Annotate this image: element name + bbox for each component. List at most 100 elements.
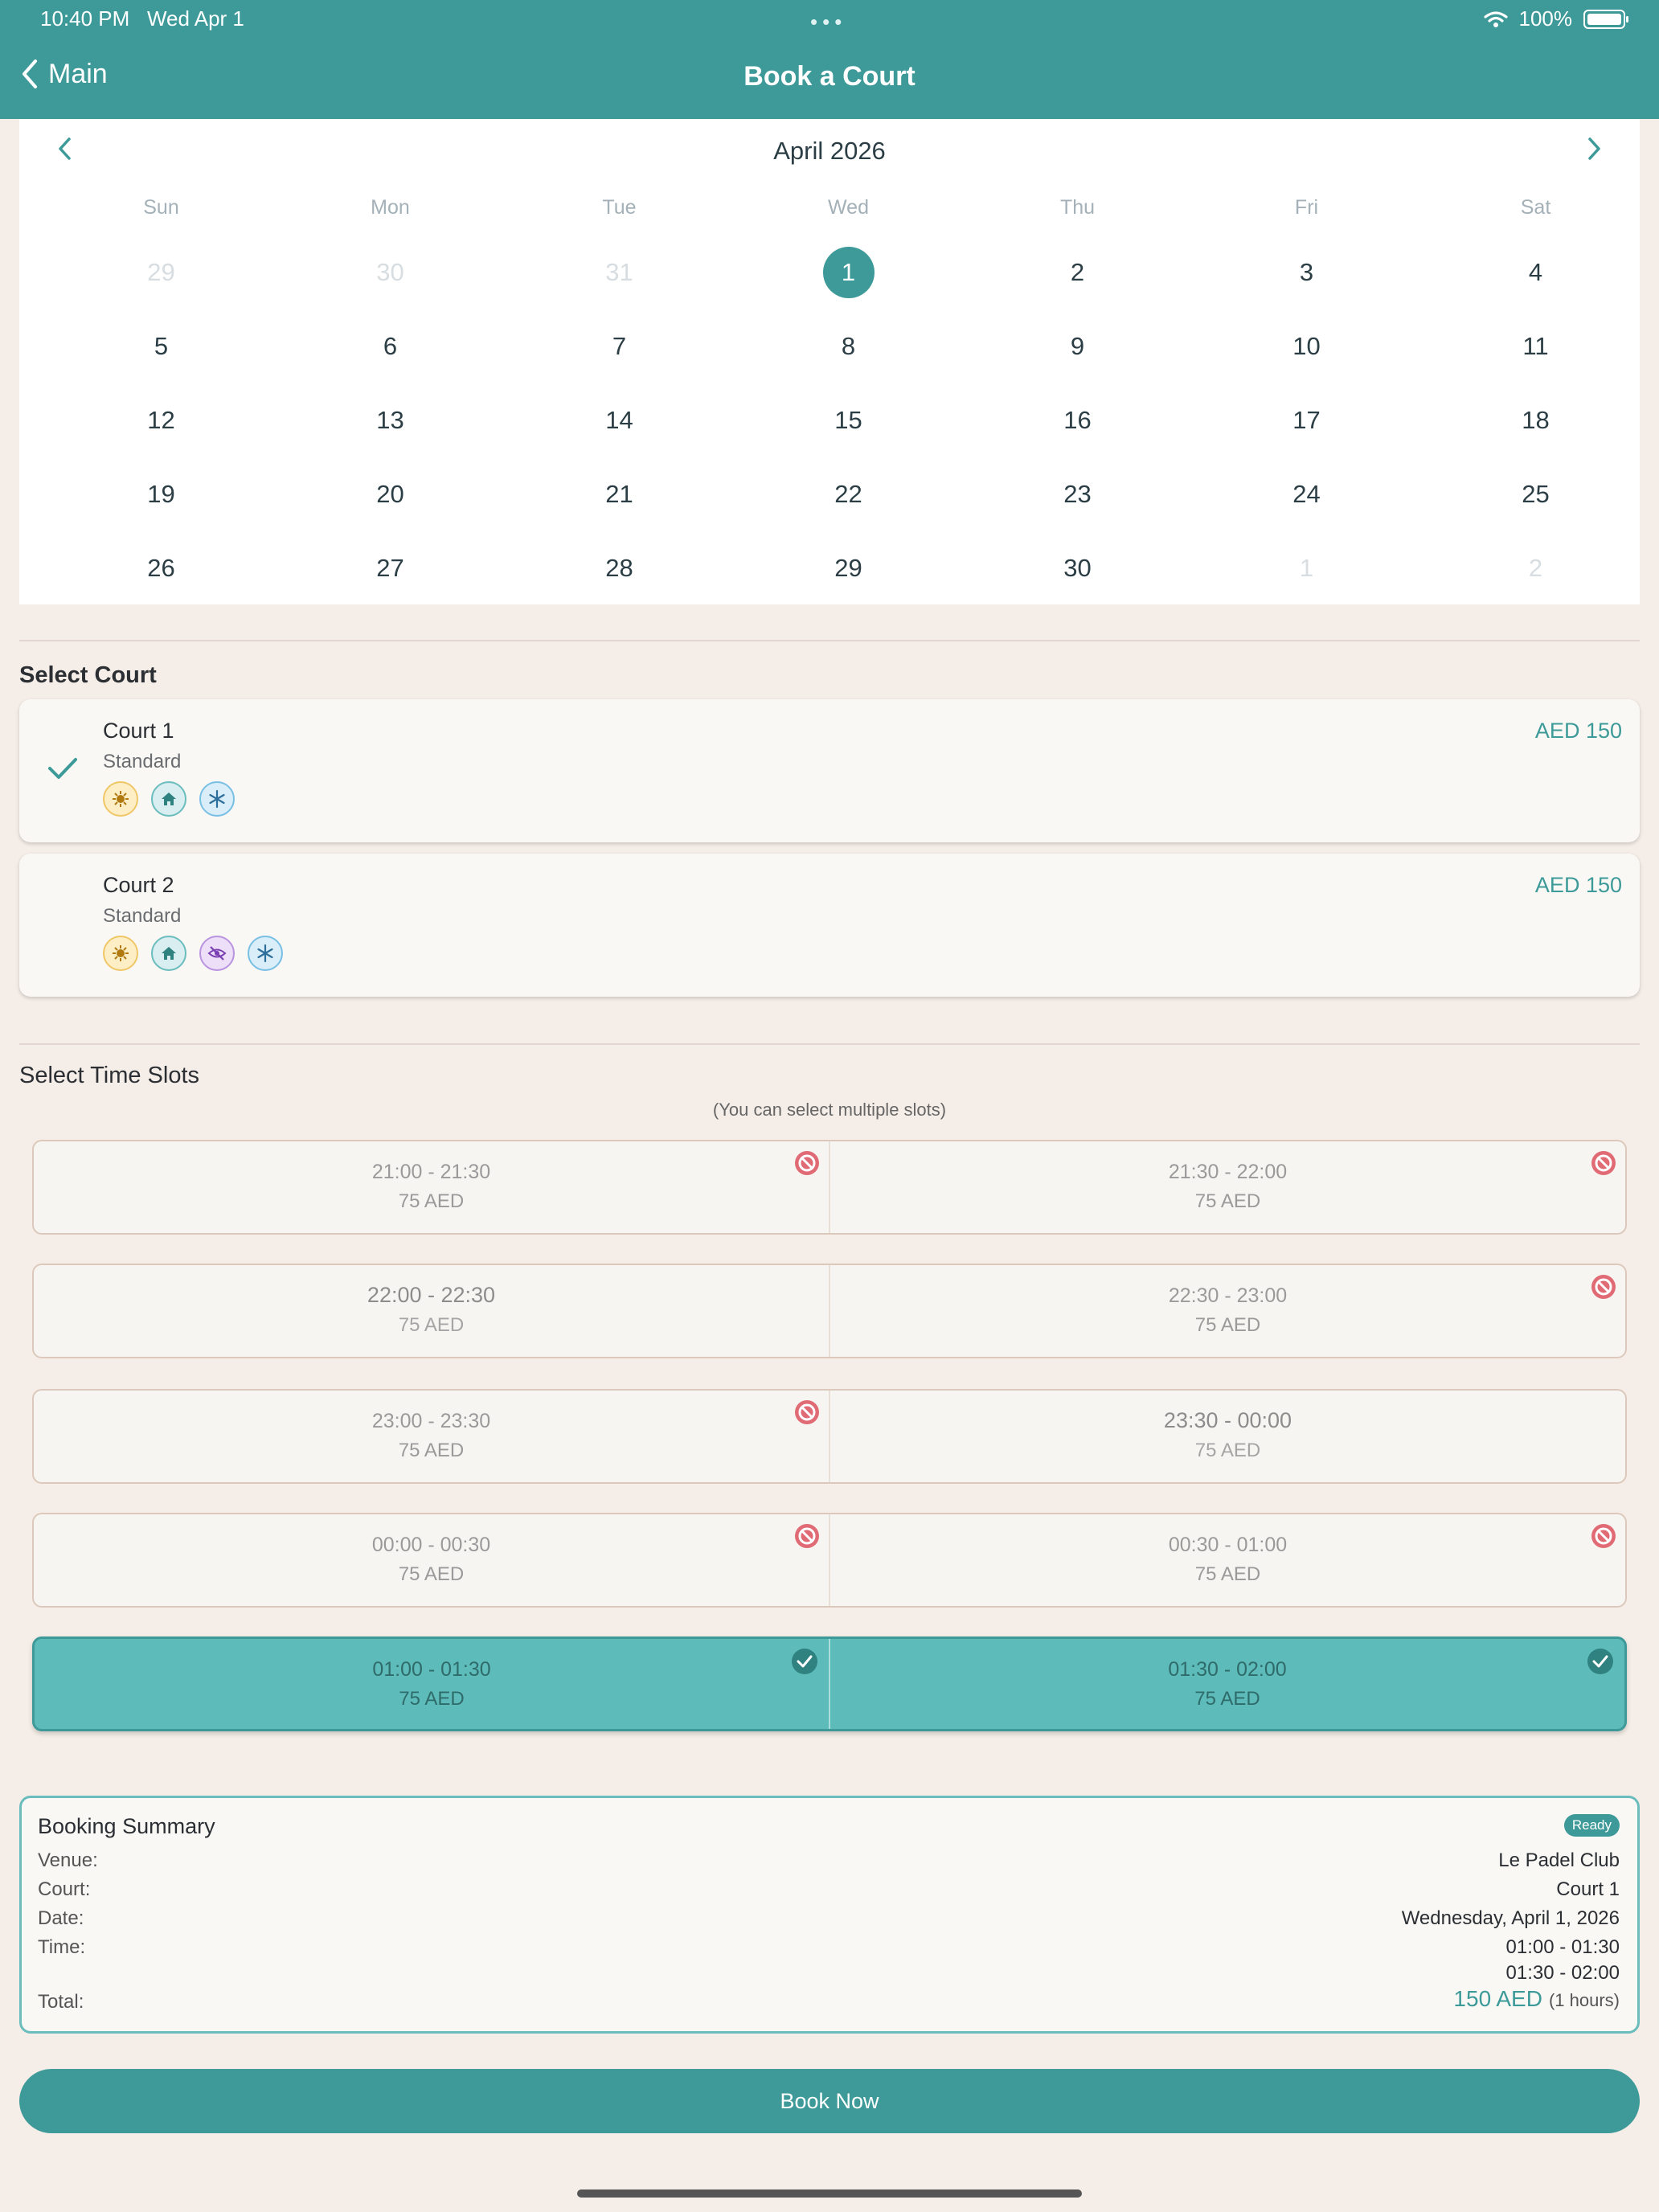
calendar-day-number: 11 — [1522, 332, 1549, 360]
court-price: AED 150 — [1534, 719, 1622, 743]
book-now-button[interactable]: Book Now — [19, 2069, 1640, 2133]
chevron-right-icon — [1588, 137, 1600, 160]
booking-summary: Booking Summary Ready Venue: Le Padel Cl… — [19, 1796, 1640, 2034]
indoor-home-icon — [151, 781, 186, 817]
calendar-day[interactable]: 28 — [505, 542, 734, 595]
venue-label: Venue: — [38, 1849, 98, 1871]
calendar-day[interactable]: 27 — [276, 542, 505, 595]
court-name: Court 2 — [103, 873, 174, 897]
calendar-day-number: 15 — [834, 406, 862, 434]
calendar-day-number: 17 — [1292, 406, 1321, 434]
calendar-day-number: 2 — [1070, 258, 1085, 286]
calendar-day[interactable]: 26 — [47, 542, 276, 595]
unavailable-icon — [1590, 1273, 1617, 1301]
time-slot-row: 00:00 - 00:30 75 AED 00:30 - 01:00 75 AED — [32, 1513, 1627, 1608]
calendar-day[interactable]: 2 — [963, 246, 1192, 299]
court-option-1[interactable]: Court 1 Standard AED 150 — [19, 699, 1640, 842]
air-conditioning-snowflake-icon — [248, 936, 283, 971]
calendar-day[interactable]: 21 — [505, 468, 734, 521]
multiple-slots-hint: (You can select multiple slots) — [712, 1100, 947, 1120]
slot-price: 75 AED — [1194, 1563, 1261, 1585]
total-hours: (1 hours) — [1548, 1990, 1620, 2010]
calendar-day[interactable]: 7 — [505, 320, 734, 373]
calendar-day[interactable]: 10 — [1192, 320, 1421, 373]
calendar-day[interactable]: 9 — [963, 320, 1192, 373]
total-label: Total: — [38, 1991, 84, 2013]
calendar-day[interactable]: 30 — [963, 542, 1192, 595]
air-conditioning-snowflake-icon — [199, 781, 235, 817]
slot-price: 75 AED — [398, 1440, 465, 1461]
time-slot[interactable]: 22:00 - 22:30 75 AED — [34, 1265, 829, 1357]
select-time-slots-title: Select Time Slots — [19, 1063, 200, 1088]
calendar-day[interactable]: 11 — [1421, 320, 1650, 373]
calendar-day[interactable]: 4 — [1421, 246, 1650, 299]
calendar-day[interactable]: 14 — [505, 394, 734, 447]
calendar-day-number: 12 — [147, 406, 175, 434]
calendar-day-number: 30 — [1063, 554, 1092, 582]
battery-percent: 100% — [1518, 6, 1573, 31]
next-month-button[interactable] — [1583, 135, 1604, 166]
calendar-day[interactable]: 29 — [734, 542, 963, 595]
slot-time: 21:30 - 22:00 — [1168, 1161, 1288, 1183]
calendar-day: 31 — [505, 246, 734, 299]
unavailable-icon — [793, 1522, 821, 1550]
court-type: Standard — [103, 905, 182, 927]
calendar-day[interactable]: 6 — [276, 320, 505, 373]
time-slot[interactable]: 01:00 - 01:30 75 AED — [35, 1639, 829, 1729]
calendar-day-number: 2 — [1528, 554, 1543, 582]
venue-value: Le Padel Club — [1498, 1849, 1620, 1871]
calendar-day-number: 29 — [834, 554, 862, 582]
calendar-day[interactable]: 23 — [963, 468, 1192, 521]
calendar-day[interactable]: 17 — [1192, 394, 1421, 447]
calendar-day-number: 10 — [1292, 332, 1321, 360]
time-slot[interactable]: 23:30 - 00:00 75 AED — [829, 1391, 1625, 1482]
court-type: Standard — [103, 751, 182, 772]
calendar-day-number: 28 — [605, 554, 633, 582]
calendar-day-number: 9 — [1070, 332, 1085, 360]
calendar-day[interactable]: 16 — [963, 394, 1192, 447]
slot-time: 23:30 - 00:00 — [1163, 1408, 1292, 1432]
time-value: 01:30 - 02:00 — [1505, 1962, 1620, 1984]
calendar-day[interactable]: 25 — [1421, 468, 1650, 521]
calendar-day[interactable]: 19 — [47, 468, 276, 521]
calendar-day[interactable]: 3 — [1192, 246, 1421, 299]
unavailable-icon — [793, 1149, 821, 1177]
calendar-day-number: 26 — [147, 554, 175, 582]
calendar-day: 30 — [276, 246, 505, 299]
date-label: Date: — [38, 1907, 84, 1929]
time-label: Time: — [38, 1936, 86, 1958]
time-slot: 00:00 - 00:30 75 AED — [34, 1514, 829, 1606]
calendar-day-number: 29 — [147, 258, 175, 286]
calendar-day[interactable]: 24 — [1192, 468, 1421, 521]
slot-time: 01:30 - 02:00 — [1168, 1658, 1287, 1681]
unavailable-icon — [1590, 1149, 1617, 1177]
multitasking-dots-icon[interactable]: ••• — [810, 10, 846, 35]
calendar-day[interactable]: 15 — [734, 394, 963, 447]
calendar: April 2026 Sun Mon Tue Wed Thu Fri Sat 29 30 31 1 2… — [19, 119, 1640, 604]
hidden-eye-slash-icon — [199, 936, 235, 971]
calendar-day[interactable]: 20 — [276, 468, 505, 521]
home-indicator[interactable] — [577, 2189, 1082, 2198]
total-amount: 150 AED — [1453, 1986, 1542, 2011]
calendar-day[interactable]: 12 — [47, 394, 276, 447]
calendar-day-number: 27 — [376, 554, 404, 582]
calendar-day-number: 7 — [612, 332, 627, 360]
calendar-day[interactable]: 18 — [1421, 394, 1650, 447]
slot-price: 75 AED — [1194, 1688, 1260, 1710]
calendar-day[interactable]: 5 — [47, 320, 276, 373]
time-slot: 00:30 - 01:00 75 AED — [829, 1514, 1625, 1606]
calendar-day[interactable]: 13 — [276, 394, 505, 447]
slot-time: 23:00 - 23:30 — [371, 1410, 491, 1432]
time-slot-row: 23:00 - 23:30 75 AED 23:30 - 00:00 75 AED — [32, 1389, 1627, 1484]
time-slot[interactable]: 01:30 - 02:00 75 AED — [829, 1639, 1624, 1729]
slot-price: 75 AED — [398, 1190, 465, 1212]
calendar-day[interactable]: 22 — [734, 468, 963, 521]
time-value: 01:00 - 01:30 — [1505, 1936, 1620, 1958]
calendar-day-number: 4 — [1528, 258, 1543, 286]
summary-title: Booking Summary — [38, 1814, 215, 1838]
slot-time: 22:00 - 22:30 — [367, 1283, 496, 1307]
slot-time: 01:00 - 01:30 — [372, 1658, 491, 1681]
court-option-2[interactable]: Court 2 Standard AED 150 — [19, 854, 1640, 997]
calendar-day[interactable]: 8 — [734, 320, 963, 373]
calendar-day[interactable]: 1 — [734, 246, 963, 299]
